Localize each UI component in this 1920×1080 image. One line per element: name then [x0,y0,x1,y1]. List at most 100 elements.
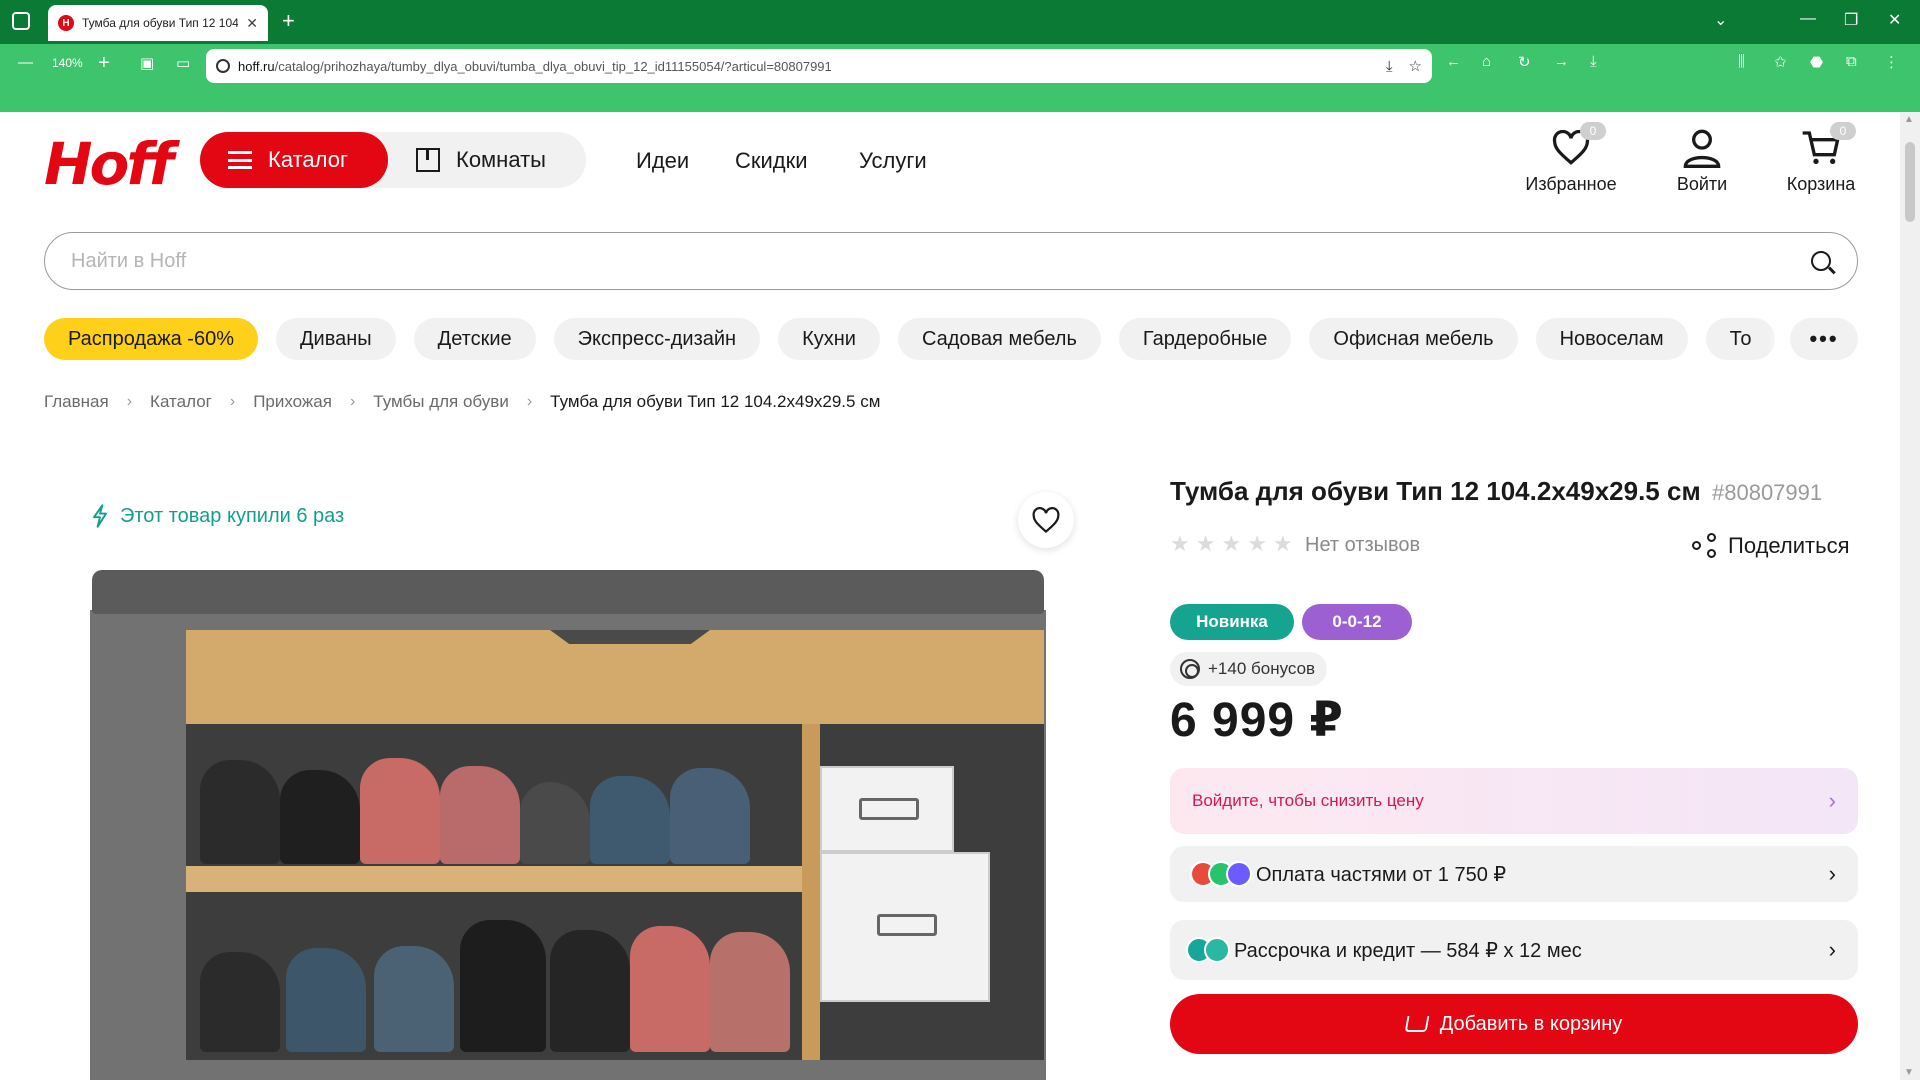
rating-stars[interactable]: ★ ★ ★ ★ ★ [1170,533,1293,555]
search-icon[interactable] [1811,251,1831,271]
chevron-right-icon: › [526,393,533,410]
bonus-coins-icon [1180,659,1200,679]
address-bar[interactable]: hoff.ru/catalog/prihozhaya/tumby_dlya_ob… [206,49,1432,83]
breadcrumb-catalog[interactable]: Каталог [150,392,212,412]
login-discount-banner[interactable]: Войдите, чтобы снизить цену › [1170,768,1858,834]
wooden-divider [802,724,820,1060]
browser-tabbar: Н Тумба для обуви Тип 12 104.2x49x29.5 с… [0,0,1920,44]
nav-services[interactable]: Услуги [859,148,927,174]
chevron-right-icon: › [1828,861,1836,886]
zoom-in-button[interactable]: + [98,52,110,75]
shoe [280,770,360,864]
nav-ideas[interactable]: Идеи [636,148,689,174]
breadcrumb-home[interactable]: Главная [44,392,109,412]
scroll-down-icon[interactable]: ▼ [1904,1067,1914,1078]
shoe [374,946,454,1052]
login-button[interactable]: Войти [1647,126,1757,195]
category-chip[interactable]: Детские [413,318,536,360]
zoom-out-button[interactable]: — [18,54,33,71]
add-to-favorites-button[interactable] [1018,492,1074,548]
shoe [590,776,670,864]
category-chip[interactable]: Кухни [778,318,880,360]
storage-box [820,852,990,1002]
bought-count-text: Этот товар купили 6 раз [120,504,345,527]
restore-button[interactable]: ❐ [1844,10,1858,30]
bonus-chip[interactable]: +140 бонусов [1170,652,1328,686]
reload-icon[interactable]: ↻ [1518,53,1531,71]
page-scrollbar[interactable]: ▲ ▼ [1900,112,1920,1080]
pocket-icon[interactable]: ✩ [1774,53,1787,71]
credit-row[interactable]: Рассрочка и кредит — 584 ₽ x 12 мес › [1170,920,1858,980]
storage-box [820,766,954,852]
category-chip[interactable]: Новоселам [1535,318,1688,360]
cart-icon [1404,1016,1430,1032]
category-chip[interactable]: То [1705,318,1776,360]
tab-overflow-chevron-icon[interactable]: ⌄ [1714,10,1727,30]
breadcrumb-shoe-cabinets[interactable]: Тумбы для обуви [373,392,509,412]
rooms-button[interactable]: Комнаты [416,132,546,188]
category-chip[interactable]: Экспресс-дизайн [553,318,761,360]
cart-button[interactable]: 0 Корзина [1766,122,1876,195]
share-button[interactable]: Поделиться [1692,533,1849,559]
extension-badge-icon[interactable]: ⬣ [1810,53,1823,71]
install-page-icon[interactable]: ⤓ [1386,58,1393,75]
close-window-button[interactable]: ✕ [1888,10,1901,30]
shoe [200,760,280,864]
heart-icon [1032,506,1060,533]
library-icon[interactable]: ⫼ [1738,53,1745,70]
category-chip[interactable]: Диваны [275,318,396,360]
tab-list-icon[interactable] [12,12,30,30]
login-label: Войти [1676,174,1728,194]
product-title: Тумба для обуви Тип 12 104.2x49x29.5 см [1170,476,1701,506]
nav-discounts[interactable]: Скидки [735,148,808,174]
hoff-logo[interactable]: Hoff [44,130,174,198]
drawer-handle-notch [550,630,710,644]
screenshot-icon[interactable]: ▣ [140,54,154,72]
forward-icon[interactable]: → [1554,53,1569,70]
category-chip[interactable]: Офисная мебель [1309,318,1518,360]
url-text[interactable]: hoff.ru/catalog/prihozhaya/tumby_dlya_ob… [238,59,1370,74]
browser-toolbar: — 140% + ▣ ▭ hoff.ru/catalog/prihozhaya/… [0,44,1920,112]
search-input[interactable] [71,249,1811,273]
new-badge: Новинка [1170,604,1294,640]
star-icon: ★ [1247,531,1267,556]
category-chips: Распродажа -60% Диваны Детские Экспресс-… [44,318,1858,360]
sidebar-icon[interactable]: ▭ [176,54,190,72]
product-image[interactable] [90,570,1046,1080]
installment-row[interactable]: Оплата частями от 1 750 ₽ › [1170,846,1858,902]
menu-burger-icon [228,151,252,169]
home-icon[interactable]: ⌂ [1482,53,1491,70]
cabinet-drawer [186,630,1044,724]
downloads-icon[interactable]: ⤓ [1590,53,1597,70]
breadcrumb-hallway[interactable]: Прихожая [253,392,332,412]
more-categories-button[interactable]: ••• [1790,318,1858,360]
scroll-up-icon[interactable]: ▲ [1904,114,1914,125]
back-icon[interactable]: ← [1446,53,1461,70]
scrollbar-thumb[interactable] [1905,142,1915,222]
add-to-cart-button[interactable]: Добавить в корзину [1170,994,1858,1054]
payment-partners-icon [1190,861,1252,887]
rooms-label: Комнаты [456,147,546,172]
browser-tab-active[interactable]: Н Тумба для обуви Тип 12 104.2x49x29.5 с… [48,5,268,41]
new-tab-button[interactable]: + [282,8,295,34]
bookmark-star-icon[interactable]: ☆ [1409,57,1422,75]
reviews-link[interactable]: Нет отзывов [1305,534,1420,557]
breadcrumb-current: Тумба для обуви Тип 12 104.2x49x29.5 см [550,392,881,411]
product-price: 6 999 ₽ [1170,694,1344,747]
favorites-button[interactable]: 0 Избранное [1516,122,1626,195]
credit-partners-icon [1186,937,1230,963]
shoe [460,920,546,1052]
category-chip[interactable]: Гардеробные [1118,318,1292,360]
category-chip-sale[interactable]: Распродажа -60% [44,318,258,360]
menu-icon[interactable]: ⋮ [1884,53,1899,71]
tab-close-icon[interactable]: ✕ [246,15,258,32]
shoe [710,932,790,1052]
zoom-level: 140% [52,56,83,70]
catalog-button[interactable]: Каталог [200,132,388,188]
favorites-label: Избранное [1525,174,1617,194]
extensions-icon[interactable]: ⧉ [1846,53,1857,70]
share-icon [1692,533,1718,559]
site-security-icon[interactable] [216,59,230,73]
category-chip[interactable]: Садовая мебель [897,318,1101,360]
minimize-button[interactable]: — [1800,10,1816,28]
